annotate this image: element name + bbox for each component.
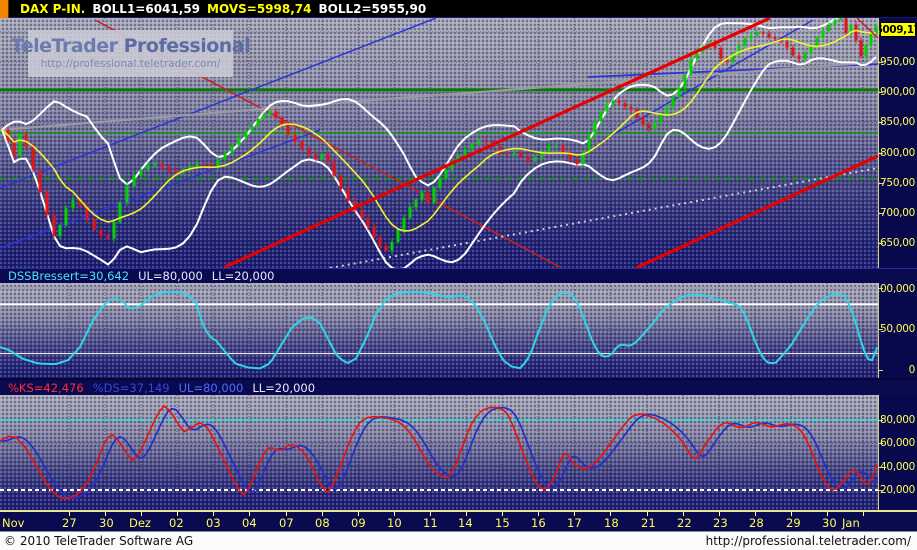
date-tick-label: 21	[641, 516, 656, 530]
date-tick-label: Jan	[842, 516, 860, 530]
date-tick-label: 04	[242, 516, 257, 530]
date-tick-label: 17	[567, 516, 582, 530]
date-tick-label: 27	[62, 516, 77, 530]
stochastic-chart-svg	[0, 395, 878, 510]
price-tick-label: 5850,00	[878, 116, 915, 128]
date-tick-label: 03	[206, 516, 221, 530]
date-tick-label: 30	[99, 516, 114, 530]
ds-value-label: %DS=37,149	[93, 381, 170, 395]
date-tick-label: 23	[713, 516, 728, 530]
symbol-label: DAX P-IN.	[20, 2, 85, 16]
copyright-text: © 2010 TeleTrader Software AG	[4, 534, 193, 548]
price-tick-label: 5750,00	[878, 177, 915, 189]
price-axis[interactable]: 6009,17 6000,005950,005900,005850,005800…	[878, 18, 917, 268]
ks-ul-label: UL=80,000	[179, 381, 244, 395]
date-tick-label: 09	[351, 516, 366, 530]
indicator-tick-label: 0	[909, 364, 915, 376]
price-tick-label: 5800,00	[878, 147, 915, 159]
indicator-tick-label: 20,000	[880, 484, 915, 496]
indicator-tick-label: 40,000	[880, 461, 915, 473]
date-tick-label: 16	[531, 516, 546, 530]
price-tick-label: 5650,00	[878, 237, 915, 249]
indicator-tick-label: 80,000	[880, 414, 915, 426]
symbol-color-block-icon	[0, 0, 9, 18]
dss-chart-svg	[0, 283, 878, 378]
stochastic-axis[interactable]: 80,000 60,000 40,000 20,000	[878, 395, 917, 510]
dss-indicator-label-bar: DSSBressert=30,642 UL=80,000 LL=20,000	[0, 268, 917, 283]
dss-value-label: DSSBressert=30,642	[8, 269, 129, 283]
date-tick-label: Nov	[2, 516, 24, 530]
chart-title-bar: DAX P-IN. BOLL1=6041,59 MOVS=5998,74 BOL…	[0, 0, 917, 18]
dss-ul-label: UL=80,000	[138, 269, 203, 283]
watermark-url: http://professional.teletrader.com/	[41, 59, 221, 70]
boll2-value: BOLL2=5955,90	[318, 2, 426, 16]
teletrader-chart-window: DAX P-IN. BOLL1=6041,59 MOVS=5998,74 BOL…	[0, 0, 917, 550]
date-tick-label: 10	[387, 516, 402, 530]
date-tick-mark	[863, 512, 864, 516]
teletrader-watermark: TeleTrader Professional http://professio…	[28, 30, 233, 77]
indicator-tick-label: 100,000	[878, 283, 915, 295]
price-panel-row: TeleTrader Professional http://professio…	[0, 18, 917, 268]
price-tick-label: 5950,00	[878, 56, 915, 68]
dss-axis[interactable]: 100,000 50,000 0	[878, 283, 917, 378]
dss-indicator-plot[interactable]	[0, 283, 878, 378]
date-tick-label: 02	[169, 516, 184, 530]
dss-ll-label: LL=20,000	[212, 269, 275, 283]
date-tick-label: 22	[677, 516, 692, 530]
date-tick-label: 07	[279, 516, 294, 530]
date-tick-label: 14	[458, 516, 473, 530]
price-tick-label: 5900,00	[878, 86, 915, 98]
date-tick-label: 15	[495, 516, 510, 530]
date-tick-label: 29	[786, 516, 801, 530]
watermark-brand: TeleTrader	[11, 35, 118, 57]
boll1-value: BOLL1=6041,59	[92, 2, 200, 16]
date-axis[interactable]: Nov 27 30 Dez 02 03 04 07 08 09 10 11 14 15 16 17 18 21 22…	[0, 510, 917, 531]
status-bar: © 2010 TeleTrader Software AG http://pro…	[0, 531, 917, 550]
date-tick-label: 11	[423, 516, 438, 530]
last-price-box: 6009,17	[880, 22, 916, 37]
date-tick-label: Dez	[129, 516, 151, 530]
indicator-tick-label: 60,000	[880, 437, 915, 449]
ks-ll-label: LL=20,000	[252, 381, 315, 395]
footer-url-link[interactable]: http://professional.teletrader.com/	[706, 534, 911, 548]
ks-value-label: %KS=42,476	[8, 381, 84, 395]
dss-panel-row: 100,000 50,000 0	[0, 283, 917, 378]
date-tick-label: 30	[822, 516, 837, 530]
date-tick-label: 08	[315, 516, 330, 530]
stochastic-indicator-plot[interactable]	[0, 395, 878, 510]
watermark-brand-bold: Professional	[124, 35, 251, 57]
movs-value: MOVS=5998,74	[207, 2, 311, 16]
stochastic-panel-row: 80,000 60,000 40,000 20,000	[0, 395, 917, 510]
price-tick-label: 5700,00	[878, 207, 915, 219]
date-tick-label: 28	[749, 516, 764, 530]
ds-line	[0, 408, 877, 498]
price-chart-plot[interactable]: TeleTrader Professional http://professio…	[0, 18, 878, 268]
indicator-tick-label: 50,000	[880, 323, 915, 335]
date-tick-label: 18	[604, 516, 619, 530]
stochastic-label-bar: %KS=42,476 %DS=37,149 UL=80,000 LL=20,00…	[0, 378, 917, 395]
indicator-tick-mark	[879, 370, 883, 371]
